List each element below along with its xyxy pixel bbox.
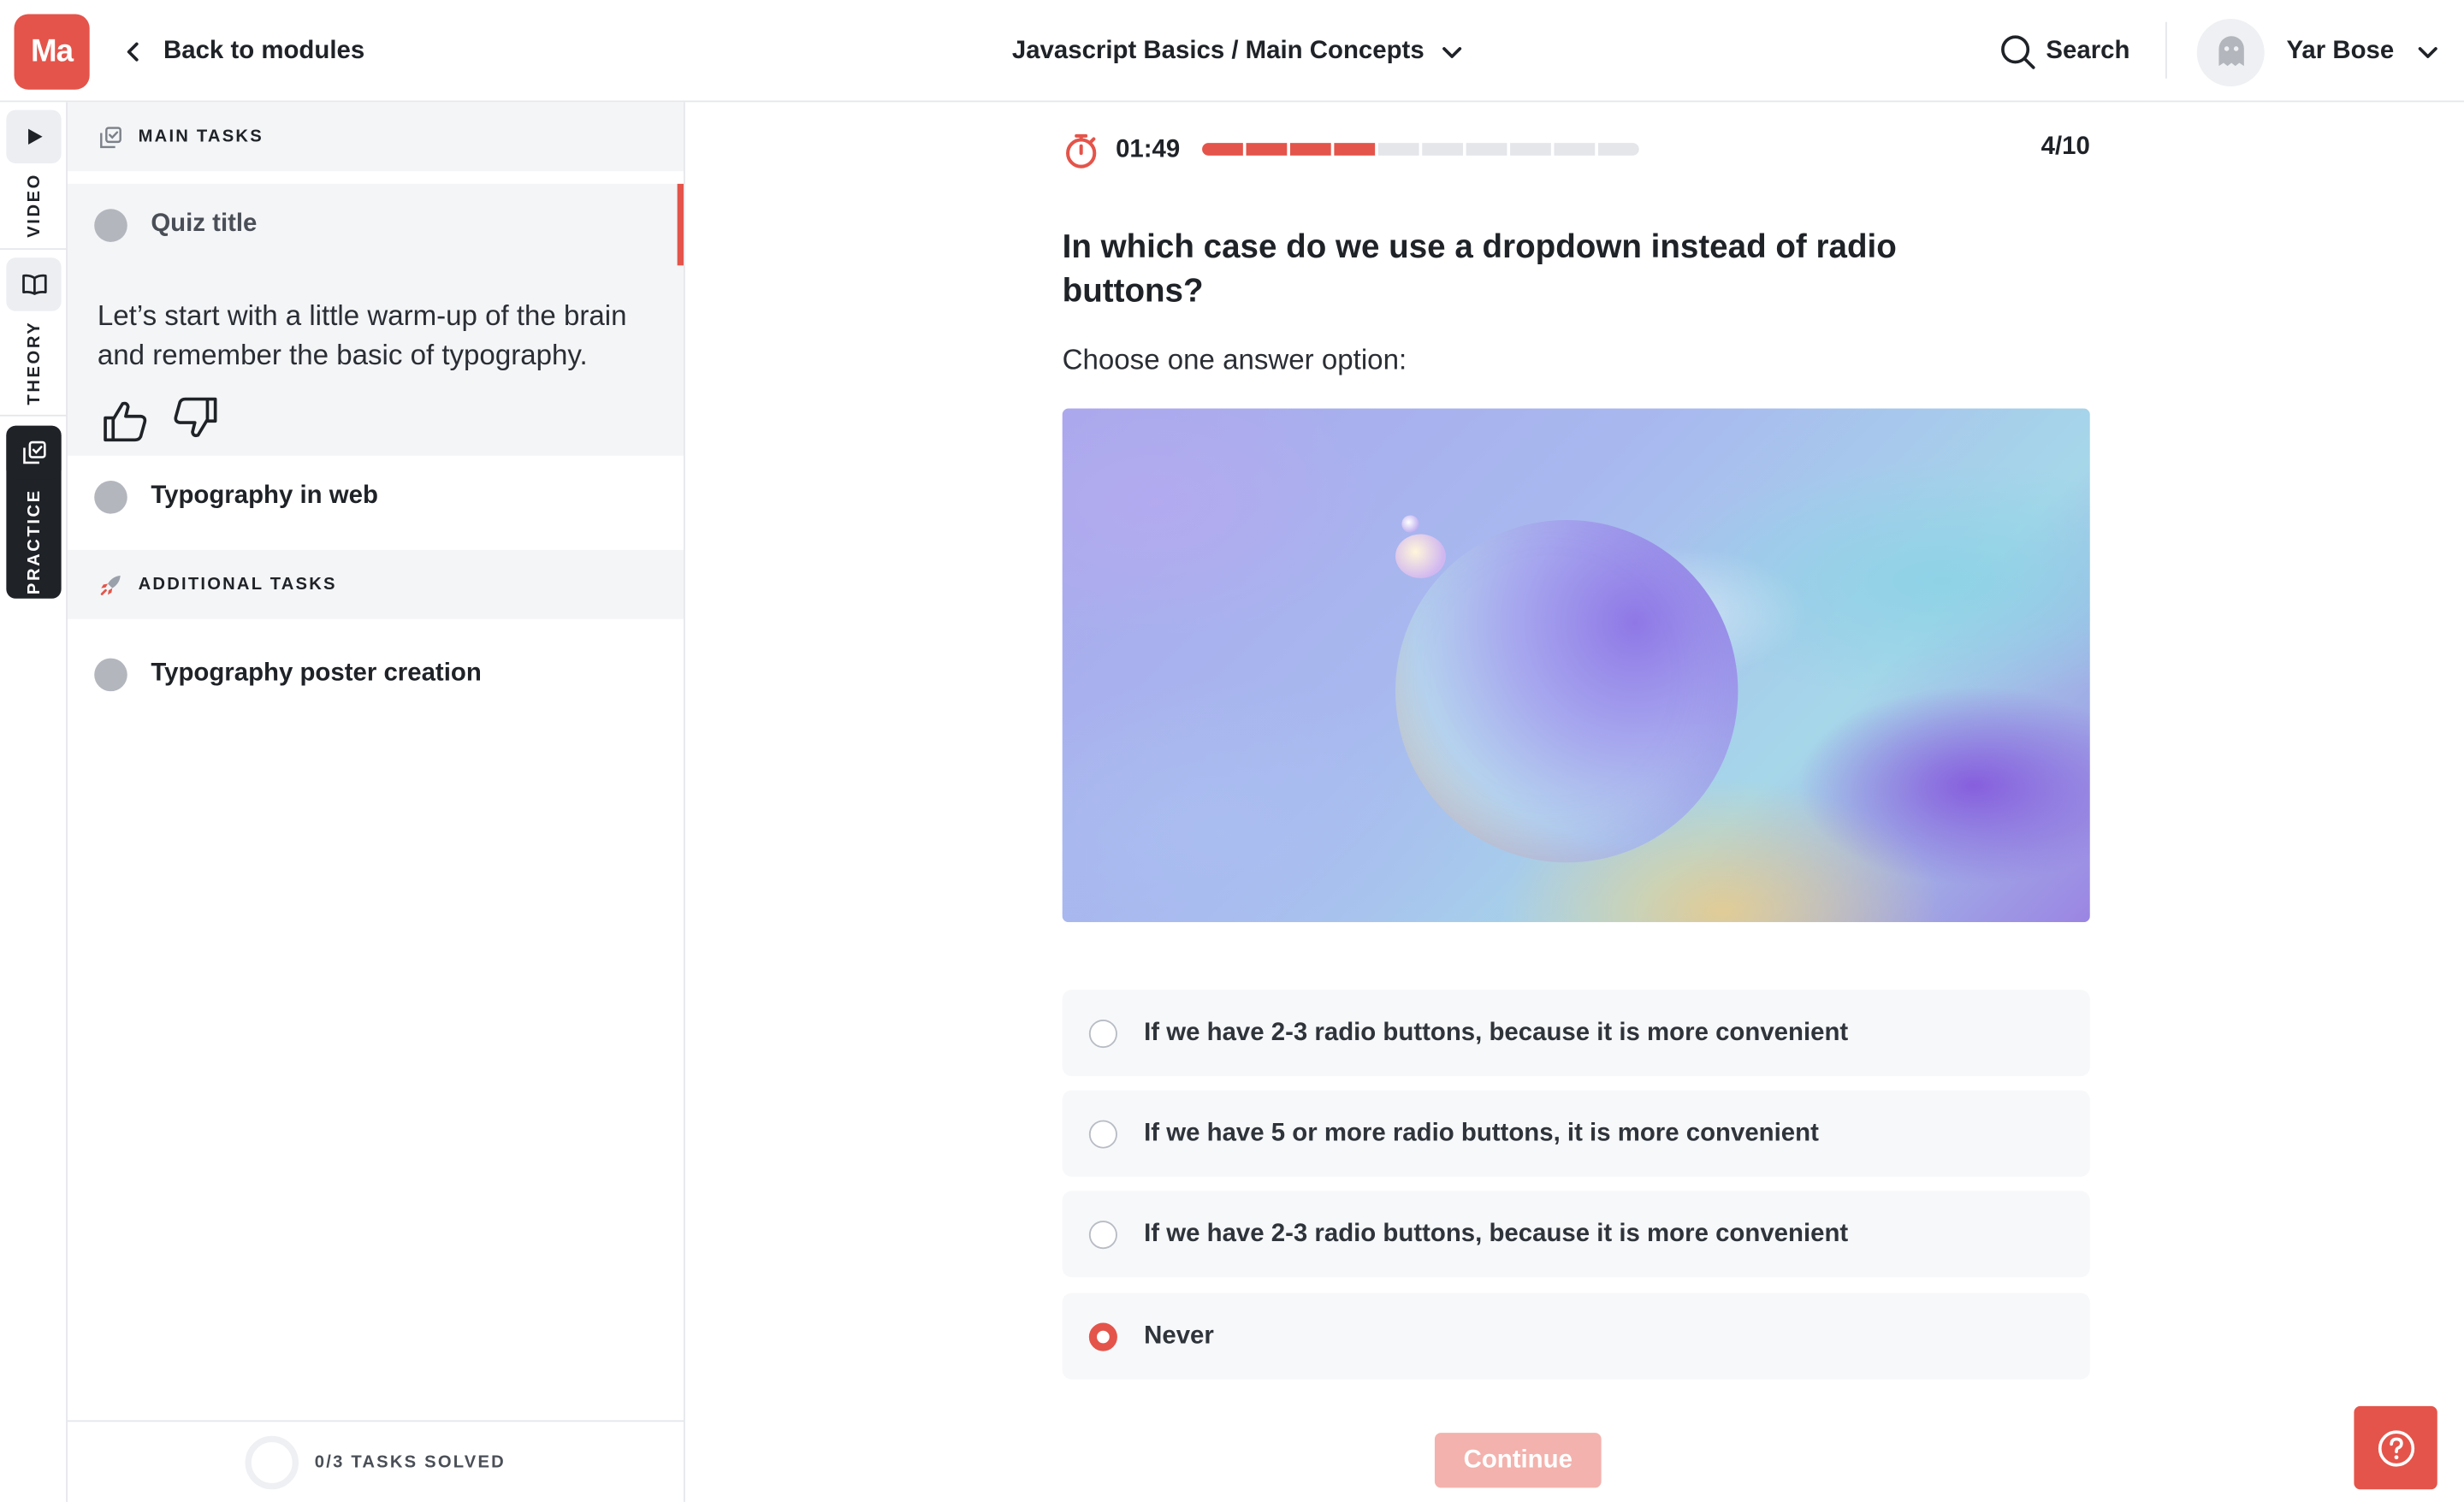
quiz-progress-bar bbox=[1202, 143, 1639, 156]
illustration-bubble bbox=[1395, 534, 1446, 578]
quiz-timer: 01:49 bbox=[1063, 132, 1181, 169]
mode-rail: VIDEO THEORY PRACTICE bbox=[0, 102, 68, 1502]
task-title: Typography poster creation bbox=[151, 659, 482, 687]
additional-tasks-header: ADDITIONAL TASKS bbox=[67, 549, 684, 619]
progress-segment-done bbox=[1334, 143, 1376, 156]
search-icon bbox=[2001, 35, 2035, 69]
task-status-dot bbox=[94, 480, 127, 513]
thumbs-down-icon[interactable] bbox=[171, 396, 218, 440]
progress-segment bbox=[1510, 143, 1551, 156]
tab-theory[interactable]: THEORY bbox=[6, 257, 62, 405]
task-sidebar: MAIN TASKS Quiz title Let’s start with a… bbox=[67, 102, 685, 1502]
progress-segment-done bbox=[1289, 143, 1331, 156]
copy-check-icon bbox=[6, 425, 62, 480]
main-tasks-label: MAIN TASKS bbox=[138, 127, 264, 146]
question-text: In which case do we use a dropdown inste… bbox=[1062, 229, 1897, 310]
answer-radio[interactable] bbox=[1088, 1220, 1117, 1249]
answer-label: Never bbox=[1144, 1322, 1214, 1349]
copy-check-icon bbox=[100, 126, 121, 148]
active-task-indicator bbox=[677, 183, 684, 266]
user-name: Yar Bose bbox=[2286, 38, 2395, 65]
chevron-down-icon bbox=[2419, 47, 2438, 58]
additional-tasks-label: ADDITIONAL TASKS bbox=[138, 575, 337, 594]
course-title: Javascript Basics / Main Concepts bbox=[1011, 38, 1424, 65]
tab-theory-label: THEORY bbox=[24, 320, 44, 405]
chevron-left-icon bbox=[127, 42, 139, 62]
progress-ring bbox=[245, 1434, 299, 1489]
progress-segment bbox=[1597, 143, 1639, 156]
answer-option-1[interactable]: If we have 2-3 radio buttons, because it… bbox=[1062, 990, 2090, 1077]
progress-segment bbox=[1422, 143, 1463, 156]
task-description-panel: Let’s start with a little warm-up of the… bbox=[67, 265, 684, 456]
user-menu[interactable]: Yar Bose bbox=[2196, 17, 2442, 86]
answer-radio[interactable] bbox=[1088, 1019, 1117, 1048]
top-header: Ma Back to modules Javascript Basics / M… bbox=[0, 0, 2464, 103]
ghost-icon bbox=[2218, 36, 2243, 67]
tasks-solved-footer: 0/3 TASKS SOLVED bbox=[67, 1420, 684, 1502]
answer-radio[interactable] bbox=[1088, 1119, 1117, 1148]
avatar bbox=[2196, 18, 2265, 86]
rocket-icon bbox=[100, 575, 121, 594]
tab-practice-label: PRACTICE bbox=[24, 488, 44, 595]
progress-segment bbox=[1554, 143, 1596, 156]
tab-video[interactable]: VIDEO bbox=[6, 109, 62, 242]
tab-video-label: VIDEO bbox=[24, 173, 44, 238]
question-counter: 4/10 bbox=[2040, 133, 2090, 161]
task-item-typography-in-web[interactable]: Typography in web bbox=[68, 456, 684, 538]
progress-segment bbox=[1377, 143, 1419, 156]
task-title: Typography in web bbox=[151, 482, 378, 510]
answer-label: If we have 5 or more radio buttons, it i… bbox=[1144, 1119, 1819, 1146]
help-icon bbox=[2377, 1429, 2414, 1466]
task-item-quiz-title[interactable]: Quiz title bbox=[67, 183, 684, 266]
progress-segment-done bbox=[1246, 143, 1288, 156]
answer-option-2[interactable]: If we have 5 or more radio buttons, it i… bbox=[1062, 1090, 2090, 1177]
back-to-modules-button[interactable]: Back to modules bbox=[122, 32, 364, 73]
progress-segment bbox=[1466, 143, 1507, 156]
task-status-dot bbox=[94, 657, 127, 691]
continue-button[interactable]: Continue bbox=[1434, 1433, 1602, 1488]
task-status-dot bbox=[94, 208, 127, 241]
task-item-typography-poster[interactable]: Typography poster creation bbox=[68, 633, 684, 715]
answer-option-3[interactable]: If we have 2-3 radio buttons, because it… bbox=[1062, 1191, 2090, 1278]
tasks-solved-label: 0/3 TASKS SOLVED bbox=[314, 1452, 506, 1472]
rail-divider bbox=[0, 414, 68, 417]
thumbs-up-icon[interactable] bbox=[102, 399, 149, 443]
search-label: Search bbox=[2046, 38, 2130, 65]
rail-divider bbox=[0, 248, 68, 251]
header-divider bbox=[2165, 21, 2167, 79]
answer-instruction: Choose one answer option: bbox=[1062, 344, 1407, 376]
answer-label: If we have 2-3 radio buttons, because it… bbox=[1144, 1019, 1849, 1046]
tab-practice[interactable]: PRACTICE bbox=[6, 425, 62, 599]
progress-segment-done bbox=[1202, 143, 1243, 156]
main-tasks-header: MAIN TASKS bbox=[67, 102, 684, 172]
answer-label: If we have 2-3 radio buttons, because it… bbox=[1144, 1220, 1849, 1247]
book-icon bbox=[6, 257, 62, 311]
quiz-panel: 01:49 4/10 In which case do we use a dro… bbox=[1062, 102, 2090, 1502]
stopwatch-icon bbox=[1066, 133, 1097, 169]
question-illustration bbox=[1062, 408, 2090, 923]
play-icon bbox=[6, 109, 62, 164]
back-to-modules-label: Back to modules bbox=[163, 38, 365, 65]
timer-value: 01:49 bbox=[1116, 136, 1181, 164]
illustration-bubble bbox=[1401, 515, 1419, 533]
answer-option-4[interactable]: Never bbox=[1062, 1292, 2090, 1380]
answer-radio-selected[interactable] bbox=[1088, 1322, 1117, 1351]
illustration-sphere bbox=[1395, 519, 1738, 863]
task-description: Let’s start with a little warm-up of the… bbox=[97, 299, 627, 371]
app-logo[interactable]: Ma bbox=[14, 14, 90, 90]
help-button[interactable] bbox=[2354, 1405, 2437, 1490]
app-root: Ma Back to modules Javascript Basics / M… bbox=[0, 0, 2464, 1502]
course-selector[interactable]: Javascript Basics / Main Concepts bbox=[1012, 32, 1466, 73]
chevron-down-icon bbox=[1442, 47, 1462, 58]
task-title: Quiz title bbox=[151, 210, 258, 238]
search-button[interactable]: Search bbox=[1999, 30, 2129, 74]
